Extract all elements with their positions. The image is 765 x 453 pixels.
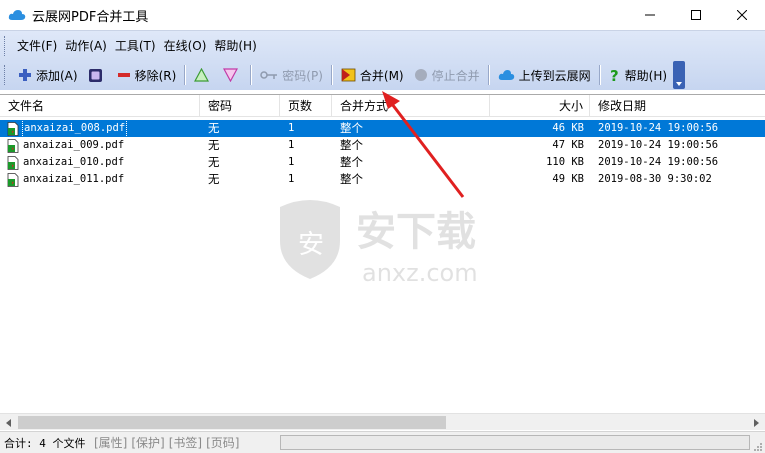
horizontal-scrollbar[interactable] xyxy=(0,413,765,430)
annotation-arrow xyxy=(382,91,465,198)
status-bar: 合计: 4 个文件 [属性] [保护] [书签] [页码] xyxy=(0,431,765,453)
scrollbar-thumb[interactable] xyxy=(18,416,446,429)
status-properties[interactable]: [属性] xyxy=(92,434,129,451)
status-protection[interactable]: [保护] xyxy=(129,434,166,451)
status-page-numbers[interactable]: [页码] xyxy=(204,434,241,451)
scroll-left-button[interactable] xyxy=(0,414,17,431)
progress-bar xyxy=(280,435,750,450)
file-count: 合计: 4 个文件 xyxy=(4,436,86,450)
scroll-right-button[interactable] xyxy=(748,414,765,431)
resize-grip[interactable] xyxy=(753,441,763,451)
status-bookmarks[interactable]: [书签] xyxy=(167,434,204,451)
